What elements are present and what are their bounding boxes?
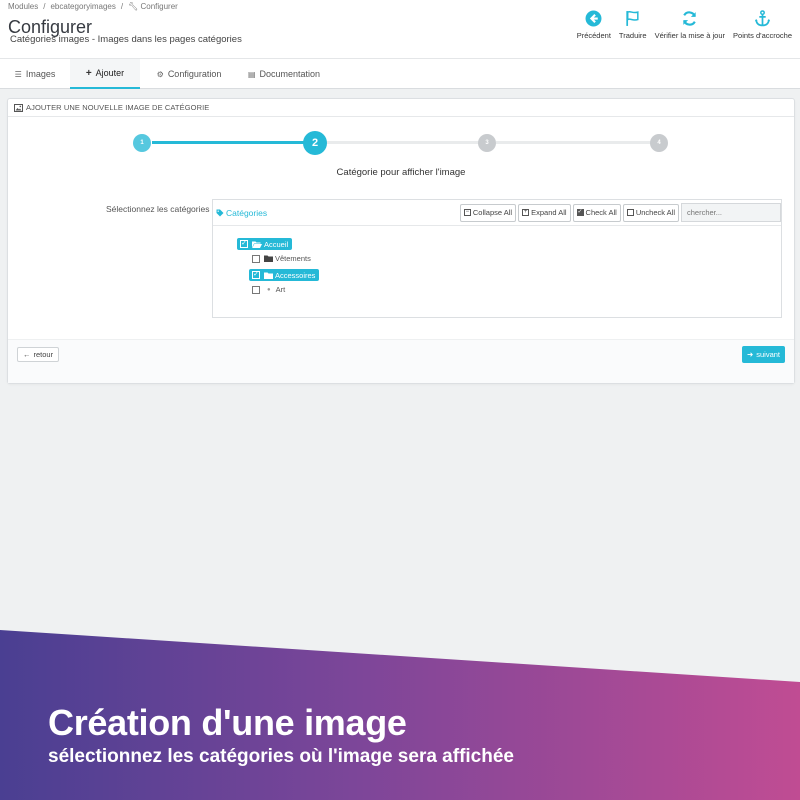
tab-add-label: Ajouter [95, 68, 125, 78]
breadcrumb-separator: / [43, 2, 46, 11]
flag-icon [626, 10, 639, 26]
uncheck-all-label: Uncheck All [635, 208, 675, 217]
tree-node-label: Accessoires [275, 270, 316, 280]
tag-icon [216, 209, 224, 216]
tree-actions: − Collapse All + Expand All ✓ Check All Unc… [459, 203, 781, 222]
step-4: 4 [650, 134, 668, 152]
tab-images[interactable]: ☰ Images [0, 59, 70, 89]
back-button-label: Précédent [576, 31, 611, 40]
banner-subtitle: sélectionnez les catégories où l'image s… [48, 746, 514, 767]
toolbar: Précédent Traduire Vérifier la mise à jo… [573, 10, 796, 40]
back-step-button[interactable]: ← retour [17, 347, 60, 362]
panel-heading: AJOUTER UNE NOUVELLE IMAGE DE CATÉGORIE [8, 99, 794, 117]
tree-node-vetements[interactable]: Vêtements [252, 254, 311, 263]
banner-title: Création d'une image [48, 702, 407, 743]
plus-icon: + [85, 67, 92, 79]
checkbox[interactable] [252, 285, 260, 294]
page-header: Modules / ebcategoryimages / 🔧︎ Configurer C… [0, 0, 800, 58]
hooks-button[interactable]: Points d'accroche [729, 10, 796, 40]
page-subtitle: Catégories images - Images dans les page… [10, 34, 242, 45]
panel-footer: ← retour ➜ suivant [8, 339, 794, 383]
wrench-icon: 🔧︎ [128, 2, 139, 11]
check-update-button[interactable]: Vérifier la mise à jour [651, 10, 729, 40]
wizard-steps: 1 2 3 4 [8, 131, 794, 155]
next-step-label: suivant [756, 350, 780, 359]
expand-all-button[interactable]: + Expand All [518, 203, 571, 222]
step-connector-done [152, 141, 310, 144]
translate-button[interactable]: Traduire [615, 10, 651, 40]
check-all-button[interactable]: ✓ Check All [572, 203, 621, 222]
collapse-icon: − [463, 209, 471, 216]
check-all-label: Check All [585, 208, 617, 217]
step-title: Catégorie pour afficher l'image [336, 167, 466, 178]
module-tabs: ☰ Images + Ajouter ⚙ Configuration ▤ Documen… [0, 58, 800, 89]
tab-images-label: Images [25, 69, 56, 79]
picture-icon [14, 103, 23, 112]
folder-icon [264, 272, 273, 279]
folder-icon [264, 255, 273, 262]
promo-banner: Création d'une image sélectionnez les ca… [0, 620, 800, 800]
collapse-all-label: Collapse All [472, 208, 513, 217]
arrow-right-icon: ➜ [746, 350, 754, 359]
breadcrumb-item-module[interactable]: ebcategoryimages [50, 2, 115, 11]
back-circle-icon [585, 10, 602, 27]
tree-node-accueil[interactable]: ✓ Accueil [237, 238, 293, 250]
tree-node-art[interactable]: ● Art [252, 285, 285, 294]
add-image-panel: AJOUTER UNE NOUVELLE IMAGE DE CATÉGORIE … [7, 98, 795, 384]
collapse-all-button[interactable]: − Collapse All [459, 203, 517, 222]
panel-heading-text: AJOUTER UNE NOUVELLE IMAGE DE CATÉGORIE [26, 103, 210, 112]
tab-configuration-label: Configuration [167, 69, 222, 79]
step-2[interactable]: 2 [303, 131, 327, 155]
tab-documentation-label: Documentation [259, 69, 321, 79]
category-tree-title-text: Catégories [226, 207, 268, 218]
checkbox[interactable] [252, 254, 260, 263]
step-connector [326, 141, 486, 144]
checkbox-checked[interactable]: ✓ [240, 240, 248, 248]
category-tree-header: Catégories − Collapse All + Expand All ✓ Ch… [213, 200, 781, 226]
tab-documentation[interactable]: ▤ Documentation [238, 59, 330, 89]
step-3: 3 [478, 134, 496, 152]
tree-node-accessoires[interactable]: ✓ Accessoires [249, 269, 320, 281]
checkbox-checked[interactable]: ✓ [252, 271, 260, 279]
breadcrumb-separator: / [120, 2, 124, 11]
empty-square-icon [626, 209, 634, 216]
tree-node-label: Accueil [264, 239, 289, 249]
category-tree: Catégories − Collapse All + Expand All ✓ Ch… [212, 199, 782, 318]
hooks-button-label: Points d'accroche [733, 31, 792, 40]
breadcrumb-item-current: Configurer [140, 2, 178, 11]
arrow-left-icon: ← [23, 350, 31, 359]
cogs-icon: ⚙ [156, 69, 164, 79]
back-button[interactable]: Précédent [573, 10, 615, 40]
category-search-input[interactable] [681, 203, 781, 222]
expand-icon: + [522, 209, 530, 216]
translate-button-label: Traduire [618, 31, 647, 40]
breadcrumb-item-modules[interactable]: Modules [8, 2, 38, 11]
check-square-icon: ✓ [576, 209, 584, 216]
tree-node-label: Art [275, 285, 286, 294]
breadcrumb: Modules / ebcategoryimages / 🔧︎ Configurer [8, 2, 178, 11]
next-step-button[interactable]: ➜ suivant [741, 346, 785, 363]
expand-all-label: Expand All [531, 208, 567, 217]
anchor-icon [754, 10, 771, 27]
file-icon: ▤ [247, 69, 256, 79]
check-update-button-label: Vérifier la mise à jour [654, 31, 726, 40]
tab-add[interactable]: + Ajouter [70, 59, 140, 89]
step-connector [496, 141, 656, 144]
refresh-icon [683, 11, 697, 26]
back-step-label: retour [33, 350, 54, 359]
folder-open-icon [252, 241, 262, 248]
bullet-icon: ● [267, 286, 271, 293]
categories-field-label: Sélectionnez les catégories [106, 204, 210, 214]
uncheck-all-button[interactable]: Uncheck All [622, 203, 679, 222]
tab-configuration[interactable]: ⚙ Configuration [140, 59, 238, 89]
list-icon: ☰ [14, 69, 22, 79]
category-tree-title: Catégories [216, 208, 267, 218]
step-1[interactable]: 1 [133, 134, 151, 152]
tree-node-label: Vêtements [275, 254, 311, 263]
